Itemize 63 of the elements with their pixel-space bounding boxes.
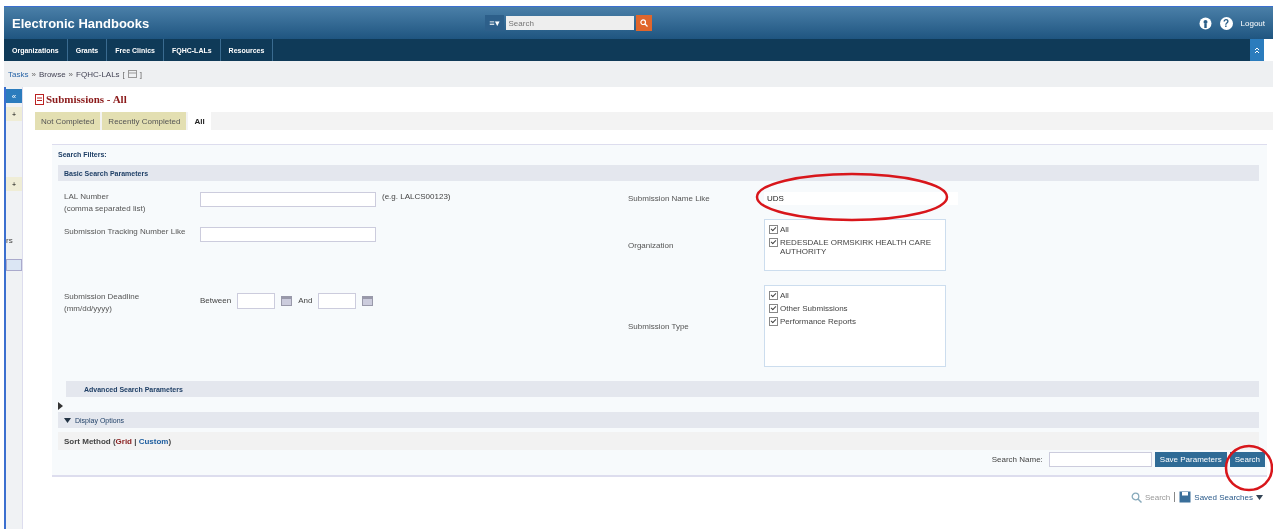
breadcrumb-separator: »	[68, 69, 74, 79]
field-label: LAL Number	[64, 192, 110, 201]
field-hint: (e.g. LALCS00123)	[382, 192, 451, 201]
calendar-icon[interactable]	[281, 295, 293, 306]
field-label: Submission Type	[628, 321, 689, 331]
input-field[interactable]	[200, 227, 376, 242]
search-name-field[interactable]	[1048, 452, 1152, 467]
save-parameters-button[interactable]: Save Parameters	[1154, 452, 1227, 467]
breadcrumb-link[interactable]: Browse	[38, 69, 66, 79]
date-field[interactable]	[318, 292, 357, 309]
calendar-icon[interactable]	[362, 295, 374, 306]
field-hint: (mm/dd/yyyy)	[64, 304, 113, 313]
collapse-arrow-icon	[64, 417, 71, 423]
breadcrumb-separator: »	[31, 69, 36, 79]
checkbox[interactable]	[769, 225, 778, 234]
breadcrumb-link[interactable]: Tasks	[8, 69, 29, 79]
tab[interactable]: Not Completed	[35, 112, 101, 130]
search-button[interactable]	[635, 15, 652, 31]
menu-button[interactable]: ≡▾	[485, 15, 504, 31]
checkbox[interactable]	[769, 304, 778, 313]
checkbox[interactable]	[769, 317, 778, 326]
field-label: Search Name:	[991, 455, 1043, 464]
input-field[interactable]: UDS	[764, 192, 958, 205]
checkbox-label: Other Submissions	[780, 304, 848, 313]
chevron-up-icon	[1254, 46, 1260, 54]
date-field[interactable]	[237, 292, 276, 309]
field-label: And	[298, 296, 313, 305]
search-icon	[639, 19, 648, 27]
search-icon	[1130, 491, 1142, 503]
tab[interactable]: All	[188, 112, 211, 130]
search-field[interactable]: Search	[505, 16, 634, 30]
user-icon[interactable]	[1198, 16, 1212, 30]
field-label: Submission Name Like	[628, 194, 710, 203]
collapse-button[interactable]	[1250, 39, 1264, 61]
input-field[interactable]	[200, 192, 376, 207]
field-label: Submission Tracking Number Like	[64, 227, 187, 236]
expand-arrow-icon[interactable]	[58, 402, 63, 410]
checkbox-label: All	[780, 225, 789, 234]
app-title: Electronic Handbooks	[12, 15, 150, 31]
bracket: [	[122, 69, 125, 79]
sidebar-collapse-button[interactable]: «	[6, 89, 22, 103]
field-label: Between	[200, 296, 232, 305]
help-icon[interactable]: ?	[1219, 16, 1233, 30]
table-icon[interactable]	[127, 70, 137, 78]
document-icon	[35, 93, 44, 105]
sort-method-text: Sort Method (Grid | Custom)	[64, 436, 172, 446]
logout-link[interactable]: Logout	[1240, 18, 1265, 28]
tab[interactable]: Recently Completed	[102, 112, 187, 130]
page-title: Submissions - All	[46, 93, 127, 105]
checkbox-label: Performance Reports	[780, 317, 857, 326]
search-button[interactable]: Search	[1229, 452, 1265, 467]
saved-searches-link[interactable]: Saved Searches	[1194, 492, 1253, 502]
field-label: Submission Deadline	[64, 292, 141, 301]
field-hint: (comma separated list)	[64, 204, 147, 213]
checkbox[interactable]	[769, 291, 778, 300]
field-label: Organization	[628, 240, 674, 250]
checkbox-label: REDESDALE ORMSKIRK HEALTH CARE AUTHORITY	[780, 238, 932, 256]
breadcrumb-link[interactable]: FQHC-LALs	[76, 69, 120, 79]
checkbox-label: All	[780, 291, 789, 300]
sidebar-text: rs	[6, 236, 14, 245]
checkbox[interactable]	[769, 238, 778, 247]
bracket: ]	[139, 69, 143, 79]
dropdown-caret-icon[interactable]	[1256, 494, 1263, 500]
